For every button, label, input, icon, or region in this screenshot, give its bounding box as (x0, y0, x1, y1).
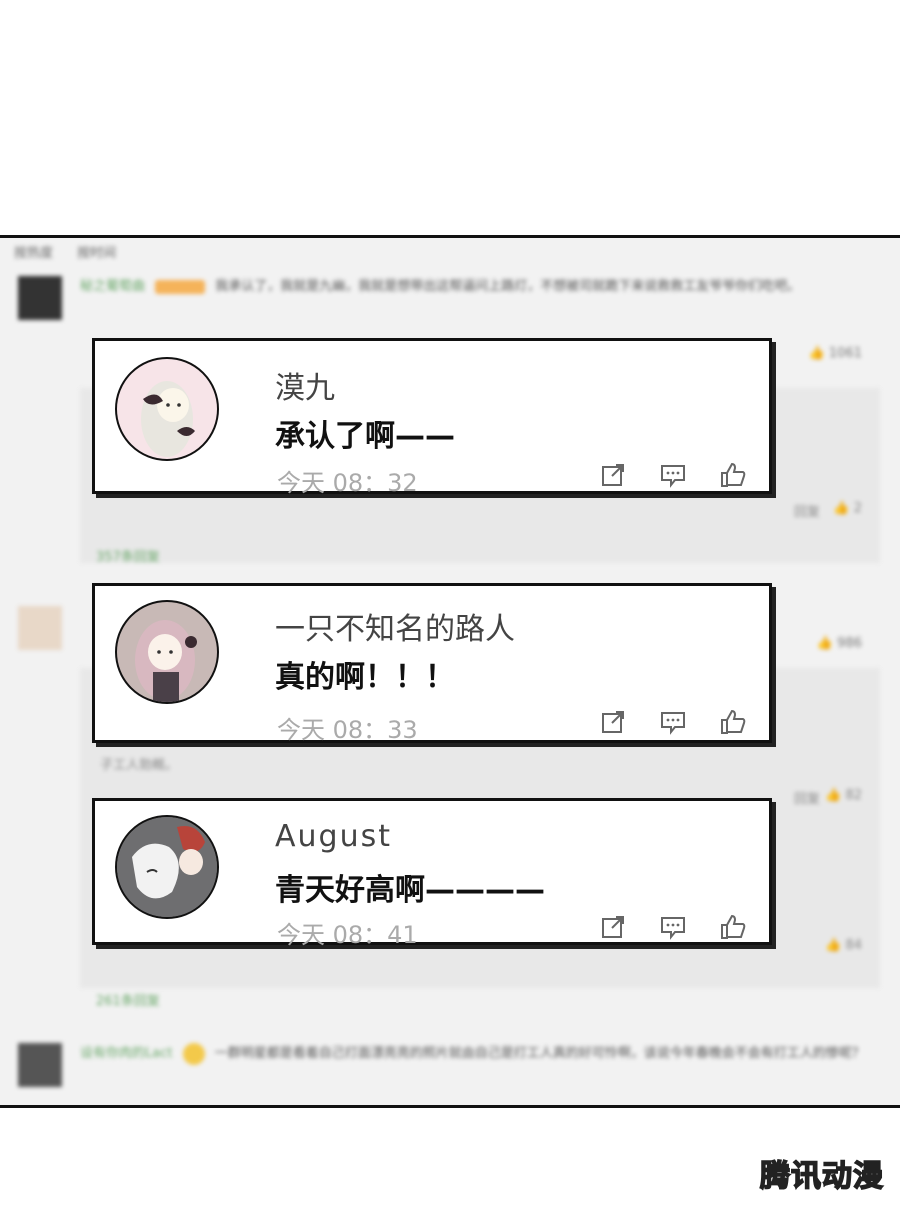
bg-reply-like[interactable]: 👍 82 (825, 788, 862, 803)
comment-text: 真的啊！！！ (275, 660, 455, 695)
bg-reply-text: 子工人勃概。 (100, 758, 179, 773)
like-icon[interactable] (719, 913, 747, 941)
bg-like-count[interactable]: 👍 986 (817, 636, 862, 651)
bg-reply-count-link[interactable]: 261条回复 (96, 990, 160, 1009)
bg-like-count[interactable]: 👍 1061 (809, 346, 862, 361)
comment-time: 今天 08：41 (277, 921, 418, 949)
bg-post-3: 设有你肉的Lact 一群明星都是看着自己打面漂亮亮的照片就由自己是打工人真的好可… (18, 1042, 880, 1103)
comment-card: 漠九 承认了啊—— 今天 08：32 (92, 338, 772, 497)
bg-reply-like[interactable]: 👍 2 (833, 501, 862, 516)
watermark-logo: 腾讯动漫 (759, 1158, 884, 1195)
comment-username[interactable]: 漠九 (275, 363, 335, 407)
comment-actions (599, 708, 747, 736)
anime-duo-avatar-icon[interactable] (115, 815, 219, 919)
anime-girl-pink-hair-avatar-icon[interactable] (115, 600, 219, 704)
like-icon[interactable] (719, 708, 747, 736)
comment-actions (599, 461, 747, 489)
comment-icon[interactable] (659, 708, 687, 736)
tab-hot[interactable]: 按热度 (14, 246, 53, 261)
share-icon[interactable] (599, 913, 627, 941)
comment-actions (599, 913, 747, 941)
comment-icon[interactable] (659, 913, 687, 941)
like-icon[interactable] (719, 461, 747, 489)
share-icon[interactable] (599, 708, 627, 736)
avatar (18, 606, 62, 650)
comment-time: 今天 08：32 (277, 469, 418, 497)
avatar (18, 276, 62, 320)
comment-text: 青天好高啊———— (275, 873, 545, 908)
bg-post-user[interactable]: 秘之葡萄曲 (80, 279, 145, 294)
comment-text: 承认了啊—— (275, 419, 455, 454)
level-badge (155, 279, 206, 294)
comment-card: August 青天好高啊———— 今天 08：41 (92, 798, 772, 949)
tab-time[interactable]: 按时间 (77, 246, 116, 261)
comment-time: 今天 08：33 (277, 716, 418, 744)
share-icon[interactable] (599, 461, 627, 489)
comment-icon[interactable] (659, 461, 687, 489)
bg-post-text: 我承认了，我就是九幽，我就是想带出这帮逼问上路灯，不想被司就跪下来说救救工友爷爷… (215, 279, 801, 294)
bg-post-text: 一群明星都是看着自己打面漂亮亮的照片就由自己是打工人真的好可怜啊，该说今年春晚会… (214, 1046, 865, 1061)
bg-post-user[interactable]: 设有你肉的Lact (80, 1046, 172, 1061)
comment-card: 一只不知名的路人 真的啊！！！ 今天 08：33 (92, 583, 772, 744)
comment-username[interactable]: August (275, 819, 392, 854)
emoji-icon (182, 1042, 205, 1065)
bg-reply-button[interactable]: 回复 (794, 501, 820, 520)
bg-reply-like[interactable]: 👍 84 (825, 938, 862, 953)
bg-reply-count-link[interactable]: 357条回复 (96, 546, 160, 565)
comment-username[interactable]: 一只不知名的路人 (275, 604, 515, 648)
sort-tabs: 按热度 按时间 (14, 242, 136, 261)
anime-girl-bow-avatar-icon[interactable] (115, 357, 219, 461)
bg-reply-button[interactable]: 回复 (794, 788, 820, 807)
avatar (18, 1043, 62, 1087)
